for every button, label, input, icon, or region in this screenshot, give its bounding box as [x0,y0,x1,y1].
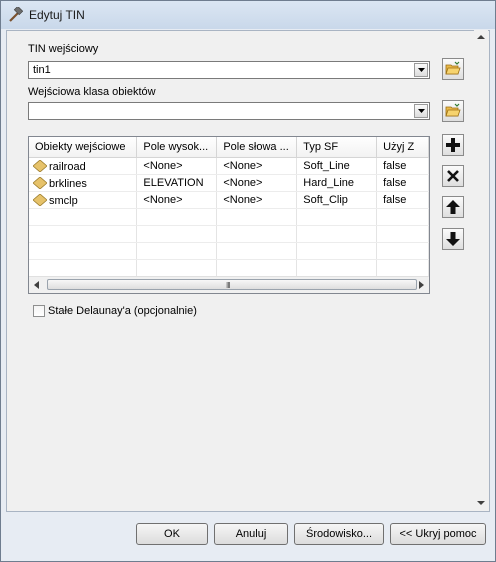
input-tin-combo[interactable]: tin1 [28,61,430,79]
column-header[interactable]: Typ SF [296,137,378,158]
scroll-down-icon[interactable] [474,496,488,510]
open-folder-icon [445,61,461,75]
table-cell[interactable]: <None> [216,174,298,192]
scroll-right-icon[interactable] [413,277,429,293]
column-header[interactable]: Użyj Z [376,137,429,158]
plus-icon [446,138,460,152]
table-row-empty [29,208,429,226]
column-header[interactable]: Obiekty wejściowe [29,137,138,158]
column-header[interactable]: Pole słowa ... [216,137,298,158]
input-class-label: Wejściowa klasa obiektów [28,86,156,98]
title-bar[interactable]: Edytuj TIN [1,1,495,29]
table-cell[interactable]: Soft_Line [296,157,378,175]
browse-tin-button[interactable] [442,58,464,80]
table-cell[interactable]: false [376,174,429,192]
table-cell[interactable]: <None> [136,157,218,175]
close-icon [447,170,459,182]
dropdown-arrow-icon[interactable] [414,104,428,118]
table-cell[interactable]: false [376,191,429,209]
move-down-button[interactable] [442,228,464,250]
hide-help-button[interactable]: << Ukryj pomoc [390,523,486,545]
scroll-grip: III [226,281,231,290]
input-tin-label: TIN wejściowy [28,43,99,55]
table-cell[interactable]: ELEVATION [136,174,218,192]
feature-class-icon [32,158,48,173]
table-row-empty [29,225,429,243]
table-header-row: Obiekty wejściowe Pole wysok... Pole sło… [29,137,429,158]
input-class-combo[interactable] [28,102,430,120]
environment-button[interactable]: Środowisko... [294,523,384,545]
delaunay-checkbox[interactable] [33,305,45,317]
table-cell: railroad [49,160,86,173]
feature-class-icon [32,192,48,207]
table-cell: smclp [49,194,78,207]
table-cell[interactable]: <None> [216,157,298,175]
scroll-thumb[interactable]: III [47,279,417,290]
table-cell[interactable]: Soft_Clip [296,191,378,209]
table-row-empty [29,259,429,277]
open-folder-icon [445,103,461,117]
column-header[interactable]: Pole wysok... [136,137,218,158]
arrow-up-icon [446,200,460,214]
table-cell: brklines [49,177,87,190]
delaunay-label: Stałe Delaunay'a (opcjonalnie) [48,305,197,317]
table-row[interactable]: railroad <None> <None> Soft_Line false [29,157,429,175]
table-cell[interactable]: Hard_Line [296,174,378,192]
table-cell[interactable]: <None> [136,191,218,209]
move-up-button[interactable] [442,196,464,218]
browse-class-button[interactable] [442,100,464,122]
table-row[interactable]: smclp <None> <None> Soft_Clip false [29,191,429,209]
scroll-up-icon[interactable] [474,30,488,44]
remove-row-button[interactable] [442,165,464,187]
cancel-button[interactable]: Anuluj [214,523,288,545]
window-title: Edytuj TIN [29,8,85,22]
ok-button[interactable]: OK [136,523,208,545]
add-row-button[interactable] [442,134,464,156]
dropdown-arrow-icon[interactable] [414,63,428,77]
table-cell[interactable]: false [376,157,429,175]
table-row-empty [29,242,429,260]
table-row[interactable]: brklines ELEVATION <None> Hard_Line fals… [29,174,429,192]
feature-class-icon [32,175,48,190]
arrow-down-icon [446,232,460,246]
hammer-icon [7,5,24,23]
horizontal-scrollbar[interactable]: III [29,276,429,293]
input-features-table[interactable]: Obiekty wejściowe Pole wysok... Pole sło… [28,136,430,294]
vertical-scrollbar[interactable] [474,30,488,510]
table-cell[interactable]: <None> [216,191,298,209]
input-tin-value: tin1 [33,64,51,76]
scroll-left-icon[interactable] [29,277,45,293]
